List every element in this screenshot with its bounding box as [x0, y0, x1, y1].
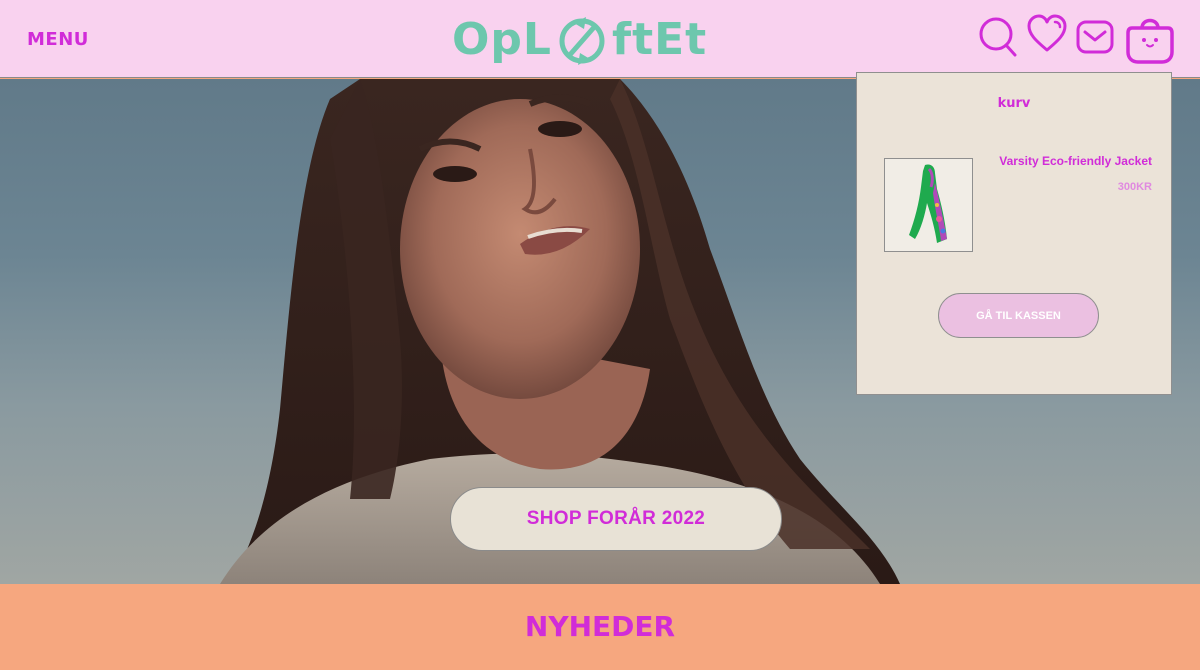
scarf-image — [909, 164, 947, 243]
logo-text-right: ftEt — [611, 13, 708, 65]
menu-button[interactable]: MENU — [27, 29, 89, 50]
site-header: MENU OpL ftEt — [0, 0, 1200, 78]
checkout-button[interactable]: GÅ TIL KASSEN — [938, 293, 1099, 338]
cart-item-name[interactable]: Varsity Eco-friendly Jacket — [999, 154, 1152, 168]
search-icon[interactable] — [978, 16, 1018, 58]
logo[interactable]: OpL ftEt — [452, 6, 707, 72]
mail-icon[interactable] — [1076, 20, 1114, 54]
logo-text-left: OpL — [452, 13, 552, 65]
cart-item-price: 300KR — [1117, 181, 1152, 193]
cart-title: kurv — [997, 96, 1031, 111]
recycle-o-icon — [559, 17, 605, 65]
heart-icon[interactable] — [1027, 14, 1067, 54]
cart-item-image[interactable] — [884, 158, 973, 252]
news-heading: NYHEDER — [524, 610, 676, 643]
shop-spring-2022-button[interactable]: SHOP FORÅR 2022 — [450, 487, 782, 551]
cart-popup: kurv Varsity Eco-friendly Jacket 300KR G… — [856, 72, 1172, 395]
header-icons — [978, 12, 1178, 68]
news-section: NYHEDER — [0, 584, 1200, 670]
shopping-bag-icon[interactable] — [1126, 12, 1174, 64]
